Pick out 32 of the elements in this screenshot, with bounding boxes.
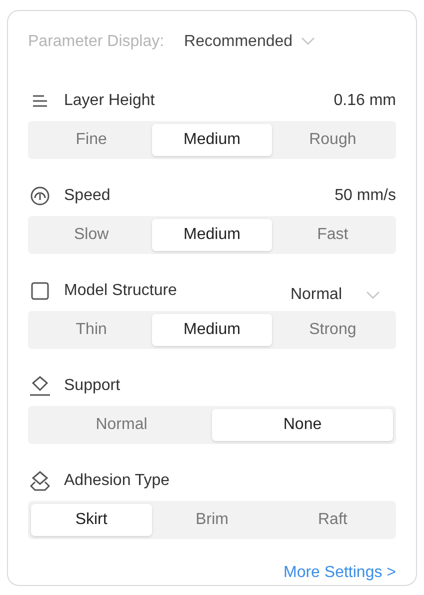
chevron-down-icon [300, 37, 315, 46]
section-value: 0.16 mm [334, 91, 396, 111]
gauge-icon [30, 186, 50, 206]
segment-option[interactable]: Rough [272, 124, 394, 156]
section-title: Model Structure [64, 281, 177, 301]
diamond-icon [29, 376, 51, 396]
segment-option[interactable]: Fast [272, 219, 394, 251]
segment-option[interactable]: Fine [31, 124, 152, 156]
section-title: Speed [64, 186, 110, 206]
chevron-down-icon [366, 290, 380, 300]
more-settings-link[interactable]: More Settings > [284, 561, 396, 585]
segment-option[interactable]: Medium [152, 314, 272, 346]
segment-option[interactable]: Medium [152, 219, 272, 251]
segment-option[interactable]: Raft [272, 504, 394, 536]
section-title: Support [64, 376, 120, 396]
segment-option[interactable]: Slow [31, 219, 152, 251]
structure-dropdown[interactable]: Normal [290, 283, 380, 307]
segment-option[interactable]: Normal [31, 409, 212, 441]
section-value: 50 mm/s [334, 186, 396, 206]
segment-option[interactable]: None [212, 409, 393, 441]
parameter-display-label: Parameter Display: [28, 32, 164, 52]
segment-option[interactable]: Thin [31, 314, 152, 346]
square-icon [31, 282, 49, 300]
section-title: Adhesion Type [64, 471, 170, 491]
parameter-display-dropdown[interactable]: Recommended [184, 30, 315, 54]
layers-icon [29, 470, 51, 492]
segment-option[interactable]: Strong [272, 314, 394, 346]
section-title: Layer Height [64, 91, 155, 111]
segment-option[interactable]: Skirt [31, 504, 152, 536]
segment-option[interactable]: Brim [152, 504, 272, 536]
segment-option[interactable]: Medium [152, 124, 272, 156]
lines-icon [32, 94, 48, 108]
